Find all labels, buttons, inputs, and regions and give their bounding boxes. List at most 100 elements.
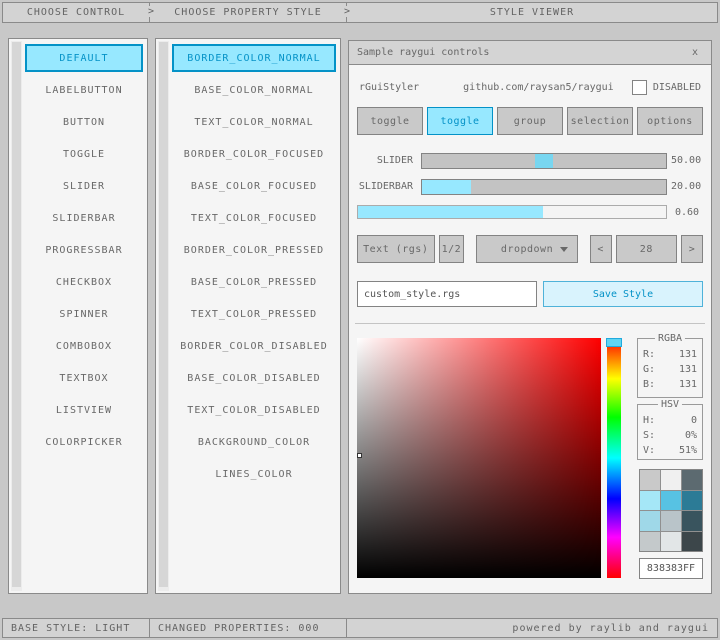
list-item-base-color-normal[interactable]: BASE_COLOR_NORMAL: [172, 76, 336, 104]
rgba-g-value: 131: [679, 362, 697, 377]
status-label: powered by raylib and raygui: [512, 623, 709, 634]
top-breadcrumb-bar: CHOOSE CONTROL CHOOSE PROPERTY STYLE STY…: [2, 2, 718, 23]
list-item-default[interactable]: DEFAULT: [25, 44, 143, 72]
hsv-row-s: S: 0%: [638, 428, 702, 443]
color-swatch[interactable]: [682, 491, 702, 511]
color-swatch[interactable]: [640, 491, 660, 511]
slider-label: SLIDER: [357, 153, 413, 169]
list-item-sliderbar[interactable]: SLIDERBAR: [25, 204, 143, 232]
disabled-checkbox[interactable]: [632, 80, 647, 95]
hsv-v-label: V:: [643, 443, 655, 458]
scrollbar-thumb[interactable]: [12, 42, 21, 587]
text-rgs-button[interactable]: Text (rgs): [357, 235, 435, 263]
list-item-background-color[interactable]: BACKGROUND_COLOR: [172, 428, 336, 456]
sliderbar[interactable]: [421, 179, 667, 195]
hsv-v-value: 51%: [679, 443, 697, 458]
list-item-checkbox[interactable]: CHECKBOX: [25, 268, 143, 296]
dropdown-select[interactable]: dropdown: [476, 235, 577, 263]
slider-value: 50.00: [671, 153, 701, 169]
list-item-text-color-focused[interactable]: TEXT_COLOR_FOCUSED: [172, 204, 336, 232]
color-picker-gradient[interactable]: [357, 338, 601, 578]
color-swatch[interactable]: [682, 532, 702, 552]
list-item-labelbutton[interactable]: LABELBUTTON: [25, 76, 143, 104]
list-item-base-color-focused[interactable]: BASE_COLOR_FOCUSED: [172, 172, 336, 200]
list-item-text-color-normal[interactable]: TEXT_COLOR_NORMAL: [172, 108, 336, 136]
half-button[interactable]: 1/2: [439, 235, 465, 263]
list-item-text-color-pressed[interactable]: TEXT_COLOR_PRESSED: [172, 300, 336, 328]
toggle-group: toggle toggle group selection options: [357, 107, 703, 135]
color-swatch[interactable]: [640, 470, 660, 490]
breadcrumb-style-viewer: STYLE VIEWER: [346, 2, 718, 23]
github-link[interactable]: github.com/raysan5/raygui: [445, 82, 632, 93]
file-row: custom_style.rgs Save Style: [357, 281, 703, 307]
breadcrumb-choose-control: CHOOSE CONTROL: [2, 2, 150, 23]
list-item-slider[interactable]: SLIDER: [25, 172, 143, 200]
hsv-s-value: 0%: [685, 428, 697, 443]
hsv-s-label: S:: [643, 428, 655, 443]
disabled-group: DISABLED: [632, 80, 701, 95]
scrollbar-thumb[interactable]: [159, 42, 168, 587]
list-item-text-color-disabled[interactable]: TEXT_COLOR_DISABLED: [172, 396, 336, 424]
list-item-spinner[interactable]: SPINNER: [25, 300, 143, 328]
status-label: BASE STYLE: LIGHT: [11, 623, 130, 634]
chevron-down-icon: [560, 247, 568, 252]
list-item-toggle[interactable]: TOGGLE: [25, 140, 143, 168]
color-swatch[interactable]: [661, 470, 681, 490]
list-item-lines-color[interactable]: LINES_COLOR: [172, 460, 336, 488]
sliderbar-label: SLIDERBAR: [357, 179, 413, 195]
controls-list-scrollbar[interactable]: [11, 41, 22, 591]
toggle-group-item-0[interactable]: toggle: [357, 107, 423, 135]
color-swatch[interactable]: [661, 491, 681, 511]
rgba-b-value: 131: [679, 377, 697, 392]
hsv-title: HSV: [658, 399, 682, 410]
spinner-decrement-button[interactable]: <: [590, 235, 612, 263]
color-swatch[interactable]: [661, 511, 681, 531]
filename-input[interactable]: custom_style.rgs: [357, 281, 537, 307]
list-item-base-color-disabled[interactable]: BASE_COLOR_DISABLED: [172, 364, 336, 392]
color-swatch[interactable]: [661, 532, 681, 552]
close-icon[interactable]: x: [687, 45, 703, 61]
list-item-border-color-disabled[interactable]: BORDER_COLOR_DISABLED: [172, 332, 336, 360]
brand-label: rGuiStyler: [359, 82, 445, 93]
list-item-colorpicker[interactable]: COLORPICKER: [25, 428, 143, 456]
window-titlebar[interactable]: Sample raygui controls x: [349, 41, 711, 65]
color-swatch[interactable]: [640, 511, 660, 531]
chevron-right-icon: >: [145, 6, 157, 17]
status-changed-properties: CHANGED PROPERTIES: 000: [149, 618, 347, 638]
list-item-border-color-normal[interactable]: BORDER_COLOR_NORMAL: [172, 44, 336, 72]
properties-list-scrollbar[interactable]: [158, 41, 169, 591]
header-row: rGuiStyler github.com/raysan5/raygui DIS…: [359, 77, 701, 97]
list-item-button[interactable]: BUTTON: [25, 108, 143, 136]
list-item-progressbar[interactable]: PROGRESSBAR: [25, 236, 143, 264]
slider[interactable]: [421, 153, 667, 169]
spinner-value-box[interactable]: 28: [616, 235, 678, 263]
sliderbar-fill: [422, 180, 471, 194]
color-picker-cursor[interactable]: [357, 453, 362, 458]
style-color-palette: [639, 469, 703, 552]
list-item-textbox[interactable]: TEXTBOX: [25, 364, 143, 392]
color-swatch[interactable]: [640, 532, 660, 552]
list-item-listview[interactable]: LISTVIEW: [25, 396, 143, 424]
list-item-combobox[interactable]: COMBOBOX: [25, 332, 143, 360]
rgba-r-value: 131: [679, 347, 697, 362]
status-powered-by: powered by raylib and raygui: [346, 618, 718, 638]
save-style-button[interactable]: Save Style: [543, 281, 703, 307]
breadcrumb-label: STYLE VIEWER: [490, 7, 574, 18]
color-swatch[interactable]: [682, 511, 702, 531]
color-swatch[interactable]: [682, 470, 702, 490]
hue-bar[interactable]: [607, 338, 621, 578]
hex-color-input[interactable]: 838383FF: [639, 558, 703, 579]
chevron-right-icon: >: [341, 6, 353, 17]
toggle-group-item-4[interactable]: options: [637, 107, 703, 135]
spinner-increment-button[interactable]: >: [681, 235, 703, 263]
list-item-border-color-focused[interactable]: BORDER_COLOR_FOCUSED: [172, 140, 336, 168]
toggle-group-item-1[interactable]: toggle: [427, 107, 493, 135]
buttons-row: Text (rgs) 1/2 dropdown < 28 >: [357, 235, 703, 263]
list-item-border-color-pressed[interactable]: BORDER_COLOR_PRESSED: [172, 236, 336, 264]
style-viewer-window: Sample raygui controls x rGuiStyler gith…: [348, 40, 712, 594]
toggle-group-item-3[interactable]: selection: [567, 107, 633, 135]
hue-cursor[interactable]: [606, 338, 622, 347]
toggle-group-item-2[interactable]: group: [497, 107, 563, 135]
list-item-base-color-pressed[interactable]: BASE_COLOR_PRESSED: [172, 268, 336, 296]
slider-handle[interactable]: [535, 154, 553, 168]
